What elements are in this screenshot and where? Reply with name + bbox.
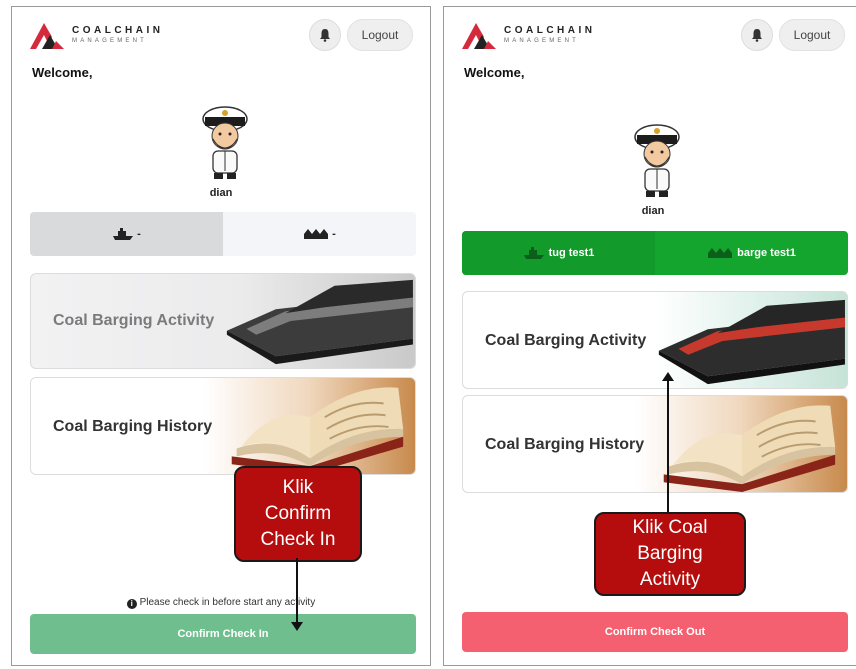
- coalchain-logo: COALCHAIN MANAGEMENT: [30, 21, 164, 49]
- welcome-text: Welcome,: [32, 65, 93, 80]
- captain-avatar: [634, 124, 680, 197]
- coal-barging-history-card[interactable]: Coal Barging History: [462, 395, 848, 493]
- info-icon: i: [126, 599, 137, 609]
- notification-button[interactable]: [309, 19, 341, 51]
- tab-barge[interactable]: barge test1: [655, 231, 848, 275]
- logout-button[interactable]: Logout: [347, 19, 413, 51]
- logout-button[interactable]: Logout: [779, 19, 845, 51]
- arrow-line-checkin: [296, 558, 298, 624]
- vessel-tabs: tug test1 barge test1: [462, 231, 848, 275]
- barge-icon: [304, 229, 329, 239]
- coal-barging-activity-card[interactable]: Coal Barging Activity: [30, 273, 416, 369]
- vessel-tabs: - -: [30, 212, 416, 256]
- bell-icon: [752, 29, 762, 42]
- coal-barging-history-card[interactable]: Coal Barging History: [30, 377, 416, 475]
- callout-coal-barging-activity: Klik Coal Barging Activity: [594, 512, 746, 596]
- arrow-head-activity: [662, 372, 674, 381]
- bell-icon: [320, 29, 330, 42]
- barge-illustration: [658, 299, 845, 385]
- tab-tugboat[interactable]: tug test1: [462, 231, 655, 275]
- captain-avatar: [202, 106, 248, 179]
- arrow-head-checkin: [291, 622, 303, 631]
- notification-button[interactable]: [741, 19, 773, 51]
- barge-illustration: [226, 279, 413, 365]
- checkin-notice: i Please check in before start any activ…: [12, 597, 430, 609]
- barge-icon: [708, 248, 733, 258]
- tugboat-icon: [113, 228, 134, 240]
- callout-confirm-check-in: Klik Confirm Check In: [234, 466, 362, 562]
- coalchain-logo: COALCHAIN MANAGEMENT: [462, 21, 596, 49]
- username: dian: [641, 205, 665, 217]
- welcome-text: Welcome,: [464, 65, 525, 80]
- username: dian: [209, 187, 233, 199]
- confirm-check-out-button[interactable]: Confirm Check Out: [462, 612, 848, 652]
- coal-barging-activity-card[interactable]: Coal Barging Activity: [462, 291, 848, 389]
- book-illustration: [231, 387, 404, 474]
- tab-barge[interactable]: -: [223, 212, 416, 256]
- tab-tugboat[interactable]: -: [30, 212, 223, 256]
- tugboat-icon: [523, 247, 544, 259]
- arrow-line-activity: [667, 380, 669, 512]
- screen-before-checkin: COALCHAIN MANAGEMENT Logout Welcome, dia…: [11, 6, 431, 666]
- book-illustration: [663, 405, 836, 492]
- confirm-check-in-button[interactable]: Confirm Check In: [30, 614, 416, 654]
